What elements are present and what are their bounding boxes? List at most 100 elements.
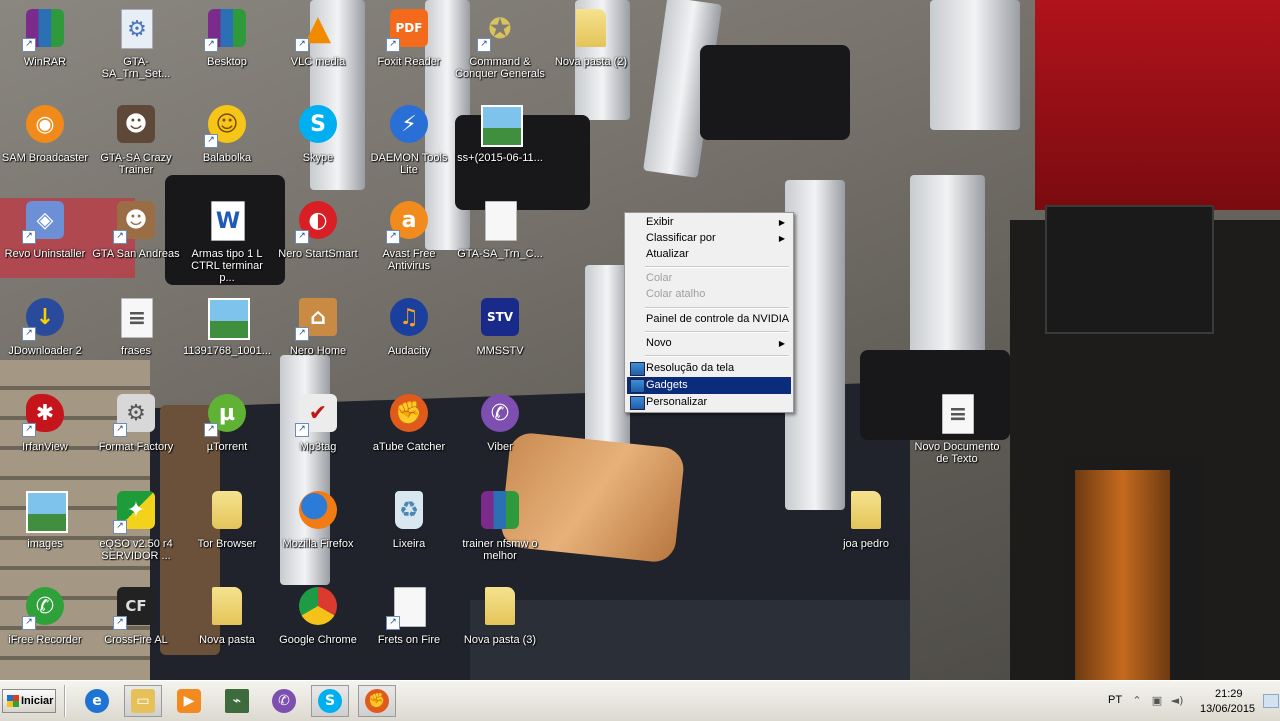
menu-item-novo[interactable]: Novo ▶: [627, 335, 791, 352]
desktop-icon-mp3tag[interactable]: ✔ ↗ Mp3tag: [273, 390, 363, 482]
explorer-icon: ▭: [131, 689, 155, 713]
desktop-icon-frets-on-fire[interactable]: ↗ Frets on Fire: [364, 583, 454, 675]
desktop-icon-label: GTA-SA_Trn_C...: [457, 248, 543, 260]
folder-icon: [485, 587, 515, 625]
desktop-icon-chrome[interactable]: Google Chrome: [273, 583, 363, 675]
desktop-icon-command-conquer[interactable]: ✪ ↗ Command & Conquer Generals: [455, 5, 545, 97]
menu-item-resolucao-da-tela[interactable]: Resolução da tela: [627, 360, 791, 377]
desktop-icon-label: Revo Uninstaller: [4, 248, 86, 260]
taskbar: Iniciar e ▭ ▶ ⌁ ✆ S ✊ PT ⌃ ▣ ◄) 21:29 13…: [0, 680, 1280, 721]
shortcut-arrow-icon: ↗: [22, 616, 36, 630]
desktop-icon-daemon-tools[interactable]: ⚡ DAEMON Tools Lite: [364, 101, 454, 193]
desktop-icon-besktop[interactable]: ↗ Besktop: [182, 5, 272, 97]
desktop-icon-nova-pasta[interactable]: Nova pasta: [182, 583, 272, 675]
language-indicator[interactable]: PT: [1108, 694, 1122, 706]
firefox-icon: [299, 491, 337, 529]
desktop-icon-gta-sa-setup[interactable]: ⚙ GTA-SA_Trn_Set...: [91, 5, 181, 97]
wallpaper-ammo-label: [1075, 470, 1170, 680]
atube-catcher-icon: ✊: [390, 394, 428, 432]
desktop-icon-viber[interactable]: ✆ Viber: [455, 390, 545, 482]
taskbar-media-player[interactable]: ▶: [170, 685, 208, 717]
menu-item-label: Exibir: [646, 216, 674, 228]
desktop-icon-revo-uninstaller[interactable]: ◈ ↗ Revo Uninstaller: [0, 197, 90, 289]
taskbar-task-manager[interactable]: ⌁: [218, 685, 256, 717]
desktop-icon-lixeira[interactable]: ♻ Lixeira: [364, 487, 454, 579]
start-button[interactable]: Iniciar: [2, 689, 56, 713]
clock-date[interactable]: 13/06/2015: [1200, 703, 1255, 715]
desktop-icon-images[interactable]: images: [0, 487, 90, 579]
desktop-icon-trainer-nfsmw[interactable]: trainer nfsmw o melhor: [455, 487, 545, 579]
desktop-icon-utorrent[interactable]: µ ↗ µTorrent: [182, 390, 272, 482]
desktop-icon-label: Frets on Fire: [377, 634, 441, 646]
menu-item-nvidia-control-panel[interactable]: Painel de controle da NVIDIA: [627, 311, 791, 328]
shortcut-arrow-icon: ↗: [22, 230, 36, 244]
desktop-icon-label: Nero StartSmart: [278, 248, 358, 260]
desktop-icon-mmsstv[interactable]: STV MMSSTV: [455, 294, 545, 386]
desktop-icon-joa-pedro[interactable]: joa pedro: [821, 487, 911, 579]
desktop-icon-tor-browser[interactable]: Tor Browser: [182, 487, 272, 579]
desktop-icon-label: JDownloader 2: [8, 345, 82, 357]
desktop-icon-audacity[interactable]: ♫ Audacity: [364, 294, 454, 386]
desktop-icon-frases[interactable]: ≡ frases: [91, 294, 181, 386]
volume-icon[interactable]: ◄): [1170, 694, 1184, 708]
network-icon[interactable]: ▣: [1150, 694, 1164, 708]
menu-item-gadgets[interactable]: Gadgets: [627, 377, 791, 394]
desktop-icon-gta-sa-trn-c[interactable]: GTA-SA_Trn_C...: [455, 197, 545, 289]
desktop-icon-vlc[interactable]: ▲ ↗ VLC media: [273, 5, 363, 97]
desktop-icon-gta-san-andreas[interactable]: ☻ ↗ GTA San Andreas: [91, 197, 181, 289]
desktop-icon-atube-catcher[interactable]: ✊ aTube Catcher: [364, 390, 454, 482]
desktop-icon-label: trainer nfsmw o melhor: [462, 538, 538, 562]
clock-time[interactable]: 21:29: [1215, 688, 1243, 700]
taskbar-windows-explorer[interactable]: ▭: [124, 685, 162, 717]
desktop-icon-skype[interactable]: S Skype: [273, 101, 363, 193]
desktop-icon-screenshot-2015[interactable]: ss+(2015-06-11...: [455, 101, 545, 193]
desktop-icon-label: Nova pasta (2): [554, 56, 628, 68]
desktop-icon-label: iFree Recorder: [8, 634, 82, 646]
shortcut-arrow-icon: ↗: [295, 38, 309, 52]
desktop-icon-crossfire[interactable]: CF ↗ CrossFire AL: [91, 583, 181, 675]
atube-catcher-icon: ✊: [365, 689, 389, 713]
desktop-icon-eqso[interactable]: ✦ ↗ eQSO v2.50 r4 SERVIDOR ...: [91, 487, 181, 579]
menu-item-classificar-por[interactable]: Classificar por ▶: [627, 230, 791, 247]
desktop-icon-foxit[interactable]: PDF ↗ Foxit Reader: [364, 5, 454, 97]
desktop-icon-nova-pasta-3[interactable]: Nova pasta (3): [455, 583, 545, 675]
desktop-icon-label: Novo Documento de Texto: [914, 441, 1000, 465]
skype-icon: S: [299, 105, 337, 143]
chrome-icon: [299, 587, 337, 625]
desktop-icon-nero-home[interactable]: ⌂ ↗ Nero Home: [273, 294, 363, 386]
gta-trainer-icon: ☻: [117, 105, 155, 143]
menu-item-atualizar[interactable]: Atualizar: [627, 246, 791, 263]
show-hidden-icons-icon[interactable]: ⌃: [1130, 694, 1144, 708]
desktop-icon-armas-doc[interactable]: W Armas tipo 1 L CTRL terminar p...: [182, 197, 272, 289]
desktop-icon-label: VLC media: [290, 56, 346, 68]
viber-icon: ✆: [272, 689, 296, 713]
taskbar-internet-explorer[interactable]: e: [78, 685, 116, 717]
desktop-icon-avast[interactable]: a ↗ Avast Free Antivirus: [364, 197, 454, 289]
audacity-icon: ♫: [390, 298, 428, 336]
task-manager-icon: ⌁: [225, 689, 249, 713]
desktop-icon-irfanview[interactable]: ✱ ↗ IrfanView: [0, 390, 90, 482]
desktop-icon-ifree-recorder[interactable]: ✆ ↗ iFree Recorder: [0, 583, 90, 675]
taskbar-viber[interactable]: ✆: [265, 685, 303, 717]
menu-item-personalizar[interactable]: Personalizar: [627, 394, 791, 411]
desktop-icon-nova-pasta-2[interactable]: Nova pasta (2): [546, 5, 636, 97]
desktop-icon-firefox[interactable]: Mozilla Firefox: [273, 487, 363, 579]
desktop-icon-novo-documento[interactable]: ≡ Novo Documento de Texto: [912, 390, 1002, 482]
desktop-icon-image-11391768[interactable]: 11391768_1001...: [182, 294, 272, 386]
menu-item-exibir[interactable]: Exibir ▶: [627, 214, 791, 231]
desktop-icon-winrar[interactable]: ↗ WinRAR: [0, 5, 90, 97]
taskbar-atube-catcher[interactable]: ✊: [358, 685, 396, 717]
desktop-icon-format-factory[interactable]: ⚙ ↗ Format Factory: [91, 390, 181, 482]
desktop-icon-gta-crazy-trainer[interactable]: ☻ GTA-SA Crazy Trainer: [91, 101, 181, 193]
text-file-icon: ≡: [121, 298, 153, 338]
display-icon: [630, 362, 645, 376]
show-desktop-icon[interactable]: [1263, 694, 1279, 708]
shortcut-arrow-icon: ↗: [295, 423, 309, 437]
desktop-icon-jdownloader[interactable]: ↓ ↗ JDownloader 2: [0, 294, 90, 386]
desktop-icon-sam-broadcaster[interactable]: ◉ SAM Broadcaster: [0, 101, 90, 193]
desktop-icon-label: Command & Conquer Generals: [455, 56, 545, 80]
desktop-icon-label: WinRAR: [23, 56, 67, 68]
taskbar-skype[interactable]: S: [311, 685, 349, 717]
desktop-icon-nero-startsmart[interactable]: ◐ ↗ Nero StartSmart: [273, 197, 363, 289]
desktop-icon-balabolka[interactable]: ☺ ↗ Balabolka: [182, 101, 272, 193]
